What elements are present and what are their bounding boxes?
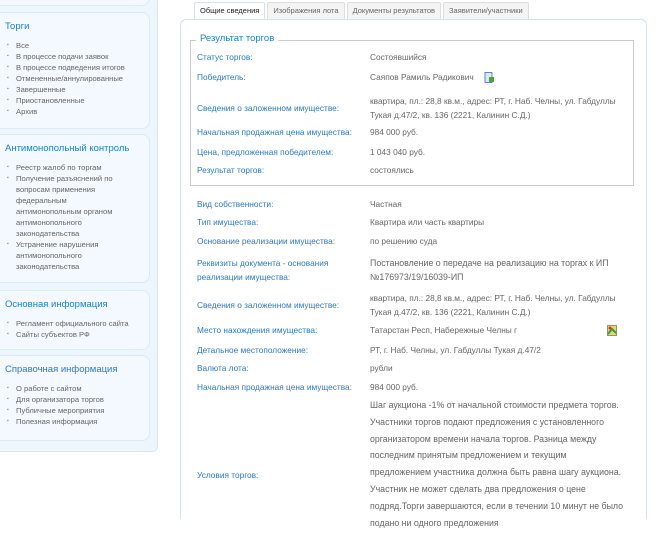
detail-row: Тип имущества: Квартира или часть квартир…: [197, 215, 637, 229]
field-value: РТ, г. Наб. Челны, ул. Габдуллы Тукая д.…: [370, 345, 541, 355]
field-value: 984 000 руб.: [370, 382, 419, 392]
section-title[interactable]: Антимонопольный контроль: [5, 143, 149, 154]
sidebar-link[interactable]: Получение разъяснений по вопросам примен…: [6, 173, 124, 239]
sidebar-link[interactable]: Устранение нарушения антимонопольного за…: [6, 239, 124, 272]
field-label: Цена, предложенная победителем:: [197, 147, 334, 157]
sidebar-link[interactable]: Для организатора торгов: [6, 394, 149, 405]
tab-result-docs[interactable]: Документы результатов: [346, 2, 441, 19]
sidebar-link[interactable]: Публичные мероприятия: [6, 405, 149, 416]
sidebar-section-reference: Справочная информация О работе с сайтом …: [0, 355, 150, 441]
field-label: Начальная продажная цена имущества:: [197, 382, 352, 392]
tab-general[interactable]: Общие сведения: [194, 2, 266, 19]
sidebar-link[interactable]: Все: [6, 40, 149, 51]
sidebar-section-antimonopoly: Антимонопольный контроль Реестр жалоб по…: [0, 134, 150, 283]
field-label: Тип имущества:: [197, 217, 259, 227]
detail-row: Место нахождения имущества: Татарстан Рес…: [197, 323, 637, 337]
section-title[interactable]: Основная информация: [5, 299, 149, 310]
result-row-winner: Победитель: Саяпов Рамиль Радикович: [197, 70, 637, 84]
field-label: Место нахождения имущества:: [197, 325, 318, 335]
sidebar-link[interactable]: Регламент официального сайта: [6, 318, 149, 329]
field-label: Детальное местоположение:: [197, 345, 309, 355]
sidebar-link[interactable]: Приостановленные: [6, 95, 149, 106]
field-label: Начальная продажная цена имущества:: [197, 127, 352, 137]
result-row-pledged: Сведения о заложенном имуществе: квартира…: [197, 94, 637, 122]
field-value: Шаг аукциона -1% от начальной стоимости …: [370, 400, 624, 528]
detail-row: Детальное местоположение: РТ, г. Наб. Чел…: [197, 343, 637, 357]
field-value: Татарстан Респ, Набережные Челны г: [370, 325, 518, 335]
map-icon[interactable]: [607, 325, 618, 337]
tab-applicants[interactable]: Заявители/участники: [443, 2, 529, 19]
detail-row: Основание реализации имущества: по решени…: [197, 234, 637, 248]
result-title: Результат торгов: [196, 33, 279, 44]
field-value: по решению суда: [370, 236, 438, 246]
field-label: Сведения о заложенном имуществе:: [197, 300, 340, 310]
sidebar-section-torgi: Торги Все В процессе подачи заявок В про…: [0, 12, 150, 129]
tab-bar: Общие сведения Изображения лота Документ…: [194, 2, 529, 19]
field-value: Постановление о передаче на реализацию н…: [370, 258, 609, 282]
field-value: рубли: [370, 363, 393, 373]
result-row-outcome: Результат торгов: состоялись: [197, 163, 637, 177]
sidebar-link[interactable]: Архив: [6, 106, 149, 117]
field-value: Частная: [370, 199, 402, 209]
sidebar-link[interactable]: Полезная информация: [6, 416, 149, 427]
result-row-winner-price: Цена, предложенная победителем: 1 043 040…: [197, 145, 637, 159]
detail-row: Начальная продажная цена имущества: 984 0…: [197, 380, 637, 394]
sidebar-box-top: [0, 0, 150, 6]
sidebar-link[interactable]: О работе с сайтом: [6, 383, 149, 394]
field-value: 984 000 руб.: [370, 127, 419, 137]
field-label: Условия торгов:: [197, 470, 259, 480]
field-label: Результат торгов:: [197, 165, 265, 175]
detail-row-conditions: Условия торгов: Шаг аукциона -1% от начал…: [197, 397, 637, 557]
winner-card-icon[interactable]: [484, 72, 494, 84]
sidebar-link[interactable]: В процессе подачи заявок: [6, 51, 149, 62]
sidebar-link[interactable]: Реестр жалоб по торгам: [6, 162, 124, 173]
field-value: Состоявшийся: [370, 52, 427, 62]
field-value: 1 043 040 руб.: [370, 147, 426, 157]
detail-row: Реквизиты документа - основания реализац…: [197, 256, 637, 284]
field-label: Основание реализации имущества:: [197, 236, 336, 246]
field-label: Реквизиты документа - основания реализац…: [197, 258, 329, 282]
sidebar-section-main-info: Основная информация Регламент официально…: [0, 290, 150, 350]
result-row-start-price: Начальная продажная цена имущества: 984 0…: [197, 125, 637, 139]
tab-images[interactable]: Изображения лота: [267, 2, 345, 19]
field-value: состоялись: [370, 165, 414, 175]
field-label: Вид собственности:: [197, 199, 274, 209]
result-row-status: Статус торгов: Состоявшийся: [197, 50, 637, 64]
field-label: Сведения о заложенном имуществе:: [197, 103, 340, 113]
sidebar-link[interactable]: В процессе подведения итогов: [6, 62, 149, 73]
sidebar-link[interactable]: Сайты субъектов РФ: [6, 329, 149, 340]
field-value: Квартира или часть квартиры: [370, 217, 485, 227]
sidebar-link[interactable]: Завершенные: [6, 84, 149, 95]
detail-row: Вид собственности: Частная: [197, 197, 637, 211]
detail-row: Валюта лота: рубли: [197, 361, 637, 375]
field-label: Победитель:: [197, 72, 246, 82]
field-label: Статус торгов:: [197, 52, 253, 62]
field-value: Саяпов Рамиль Радикович: [370, 72, 474, 82]
sidebar-link[interactable]: Отмененные/аннулированные: [6, 73, 149, 84]
sidebar: Торги Все В процессе подачи заявок В про…: [0, 0, 158, 452]
detail-row: Сведения о заложенном имуществе: квартира…: [197, 291, 637, 319]
section-title[interactable]: Торги: [5, 21, 149, 32]
section-title[interactable]: Справочная информация: [5, 364, 149, 375]
field-label: Валюта лота:: [197, 363, 249, 373]
field-value: квартира, пл.: 28,8 кв.м., адрес: РТ, г.…: [370, 293, 616, 317]
field-value: квартира, пл.: 28,8 кв.м., адрес: РТ, г.…: [370, 96, 616, 120]
